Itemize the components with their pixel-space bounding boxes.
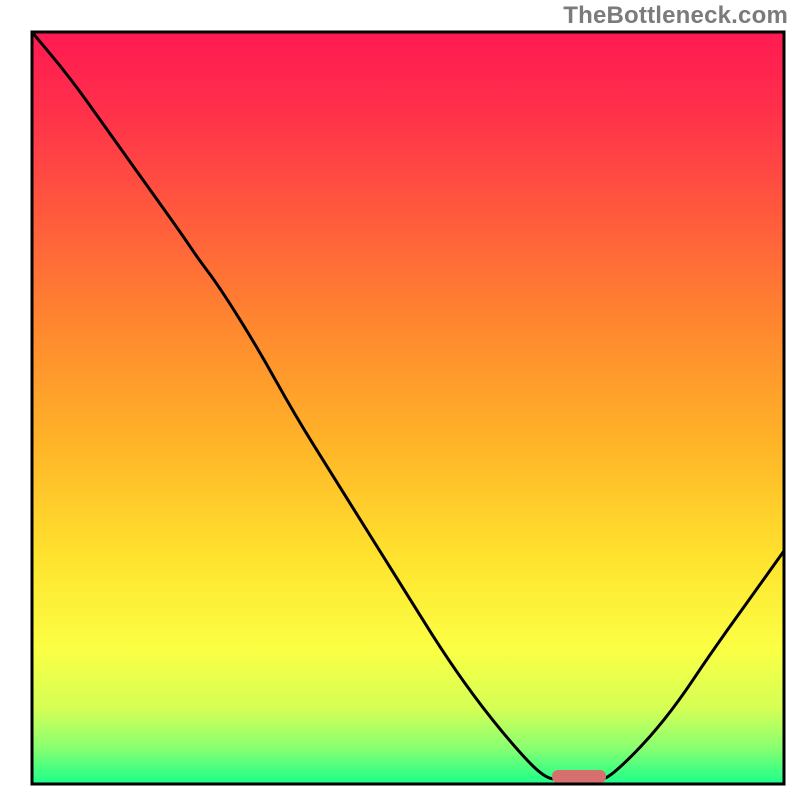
optimum-marker [552,770,606,783]
bottleneck-chart [0,0,800,800]
chart-container: TheBottleneck.com [0,0,800,800]
gradient-background [32,32,784,784]
